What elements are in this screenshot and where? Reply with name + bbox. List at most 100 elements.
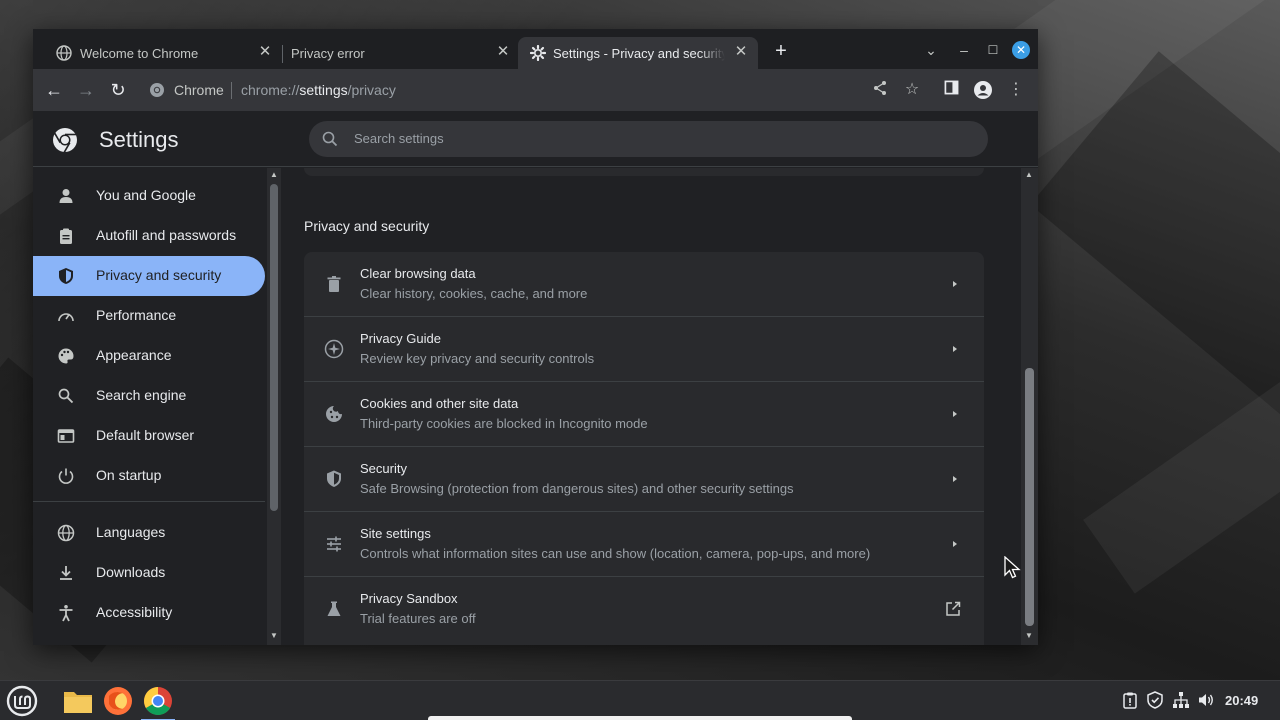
profile-avatar-icon[interactable]: [973, 80, 993, 100]
section-title: Privacy and security: [304, 218, 430, 234]
clear-browsing-data-row[interactable]: Clear browsing data Clear history, cooki…: [304, 252, 984, 317]
page-title: Settings: [99, 127, 179, 152]
shield-icon[interactable]: [1146, 691, 1164, 709]
tab-search-chevron-icon[interactable]: ⌄: [922, 41, 940, 59]
sidebar-item-you-and-google[interactable]: You and Google: [33, 176, 265, 216]
tab-title: Welcome to Chrome: [80, 46, 199, 61]
power-icon: [58, 468, 74, 484]
forward-arrow-icon[interactable]: →: [75, 79, 97, 101]
gear-icon: [530, 45, 546, 61]
mint-menu-icon[interactable]: [5, 684, 39, 718]
speedometer-icon: [58, 313, 74, 322]
window-close-button[interactable]: ✕: [1012, 41, 1030, 59]
sidebar-item-default-browser[interactable]: Default browser: [33, 416, 265, 456]
address-bar[interactable]: Chrome chrome://settings/privacy: [141, 75, 861, 105]
tab-title: Privacy error: [291, 46, 365, 61]
row-subtitle: Clear history, cookies, cache, and more: [360, 286, 588, 301]
search-input[interactable]: Search settings: [309, 121, 988, 157]
person-icon: [59, 189, 73, 203]
shield-icon: [327, 470, 341, 487]
sidebar-item-label: On startup: [96, 467, 162, 483]
row-title: Privacy Sandbox: [360, 591, 458, 606]
settings-content: Privacy and security Clear browsing data…: [281, 168, 1021, 645]
volume-icon[interactable]: [1197, 691, 1215, 709]
close-icon[interactable]: ✕: [733, 44, 749, 60]
side-panel-icon[interactable]: [941, 80, 961, 100]
sidebar-item-accessibility[interactable]: Accessibility: [33, 593, 265, 633]
sidebar-item-label: Default browser: [96, 427, 195, 443]
minimize-button[interactable]: –: [955, 41, 973, 59]
clipboard-icon[interactable]: [1121, 691, 1139, 709]
accessibility-icon: [59, 605, 73, 622]
sidebar-item-on-startup[interactable]: On startup: [33, 456, 265, 496]
settings-page: Settings Search settings You and Google …: [33, 111, 1038, 645]
sidebar-item-autofill[interactable]: Autofill and passwords: [33, 216, 265, 256]
firefox-icon[interactable]: [101, 684, 135, 718]
scroll-up-arrow-icon[interactable]: ▲: [269, 170, 279, 180]
back-arrow-icon[interactable]: ←: [43, 79, 65, 101]
more-menu-icon[interactable]: ⋮: [1006, 80, 1026, 100]
search-icon: [322, 131, 338, 147]
row-title: Privacy Guide: [360, 331, 441, 346]
sidebar-item-label: Downloads: [96, 564, 166, 580]
arrow-right-icon: [953, 346, 957, 352]
search-placeholder: Search settings: [354, 131, 444, 146]
external-link-icon[interactable]: [944, 600, 962, 618]
scrollbar-thumb[interactable]: [270, 184, 278, 511]
scroll-up-arrow-icon[interactable]: ▲: [1024, 170, 1034, 180]
site-settings-row[interactable]: Site settings Controls what information …: [304, 512, 984, 577]
sidebar-item-privacy[interactable]: Privacy and security: [33, 256, 265, 296]
folder-icon[interactable]: [61, 684, 95, 718]
row-subtitle: Third-party cookies are blocked in Incog…: [360, 416, 648, 431]
settings-sidebar: You and Google Autofill and passwords Pr…: [33, 168, 281, 645]
sidebar-item-label: You and Google: [96, 187, 196, 203]
security-row[interactable]: Security Safe Browsing (protection from …: [304, 447, 984, 512]
row-subtitle: Controls what information sites can use …: [360, 546, 871, 561]
close-icon[interactable]: ✕: [257, 44, 273, 60]
sidebar-item-downloads[interactable]: Downloads: [33, 553, 265, 593]
privacy-guide-row[interactable]: Privacy Guide Review key privacy and sec…: [304, 317, 984, 382]
scrollbar-thumb[interactable]: [1025, 368, 1034, 626]
sidebar-scrollbar[interactable]: ▲ ▼: [267, 168, 281, 645]
scroll-down-arrow-icon[interactable]: ▼: [269, 631, 279, 641]
close-icon[interactable]: ✕: [495, 44, 511, 60]
url-text: chrome://settings/privacy: [241, 82, 396, 98]
sidebar-item-label: Appearance: [96, 347, 172, 363]
privacy-settings-card: Clear browsing data Clear history, cooki…: [304, 252, 984, 645]
browser-toolbar: ← → ↻ Chrome chrome://settings/privacy ☆…: [33, 69, 1038, 111]
network-icon[interactable]: [1172, 691, 1190, 709]
tab-settings-privacy[interactable]: Settings - Privacy and security ✕: [518, 37, 758, 69]
row-subtitle: Review key privacy and security controls: [360, 351, 595, 366]
row-title: Clear browsing data: [360, 266, 476, 281]
share-icon[interactable]: [870, 80, 890, 100]
tab-welcome[interactable]: Welcome to Chrome ✕: [38, 37, 282, 69]
omnibox-separator: [231, 82, 232, 99]
sidebar-item-label: Performance: [96, 307, 177, 323]
sidebar-item-performance[interactable]: Performance: [33, 296, 265, 336]
sidebar-item-search-engine[interactable]: Search engine: [33, 376, 265, 416]
row-title: Site settings: [360, 526, 431, 541]
privacy-sandbox-row[interactable]: Privacy Sandbox Trial features are off: [304, 577, 984, 642]
cookies-row[interactable]: Cookies and other site data Third-party …: [304, 382, 984, 447]
search-icon: [58, 388, 74, 404]
content-scrollbar[interactable]: ▲ ▼: [1021, 168, 1038, 645]
tab-privacy-error[interactable]: Privacy error ✕: [273, 37, 517, 69]
sidebar-item-languages[interactable]: Languages: [33, 513, 265, 553]
sidebar-item-label: Languages: [96, 524, 166, 540]
chrome-icon[interactable]: [141, 684, 175, 720]
sidebar-divider: [33, 501, 265, 502]
bookmark-star-icon[interactable]: ☆: [902, 80, 922, 100]
sidebar-item-label: Search engine: [96, 387, 187, 403]
settings-header: Settings Search settings: [33, 111, 1038, 167]
new-tab-button[interactable]: +: [771, 41, 791, 61]
sidebar-item-label: Autofill and passwords: [96, 227, 237, 243]
flask-icon: [327, 601, 341, 616]
row-subtitle: Safe Browsing (protection from dangerous…: [360, 481, 794, 496]
scroll-down-arrow-icon[interactable]: ▼: [1024, 631, 1034, 641]
chrome-logo-icon: [150, 83, 164, 97]
trash-icon: [327, 276, 341, 292]
sidebar-item-label: Privacy and security: [96, 267, 222, 283]
sidebar-item-appearance[interactable]: Appearance: [33, 336, 265, 376]
reload-icon[interactable]: ↻: [107, 79, 129, 101]
maximize-button[interactable]: ☐: [984, 41, 1002, 59]
